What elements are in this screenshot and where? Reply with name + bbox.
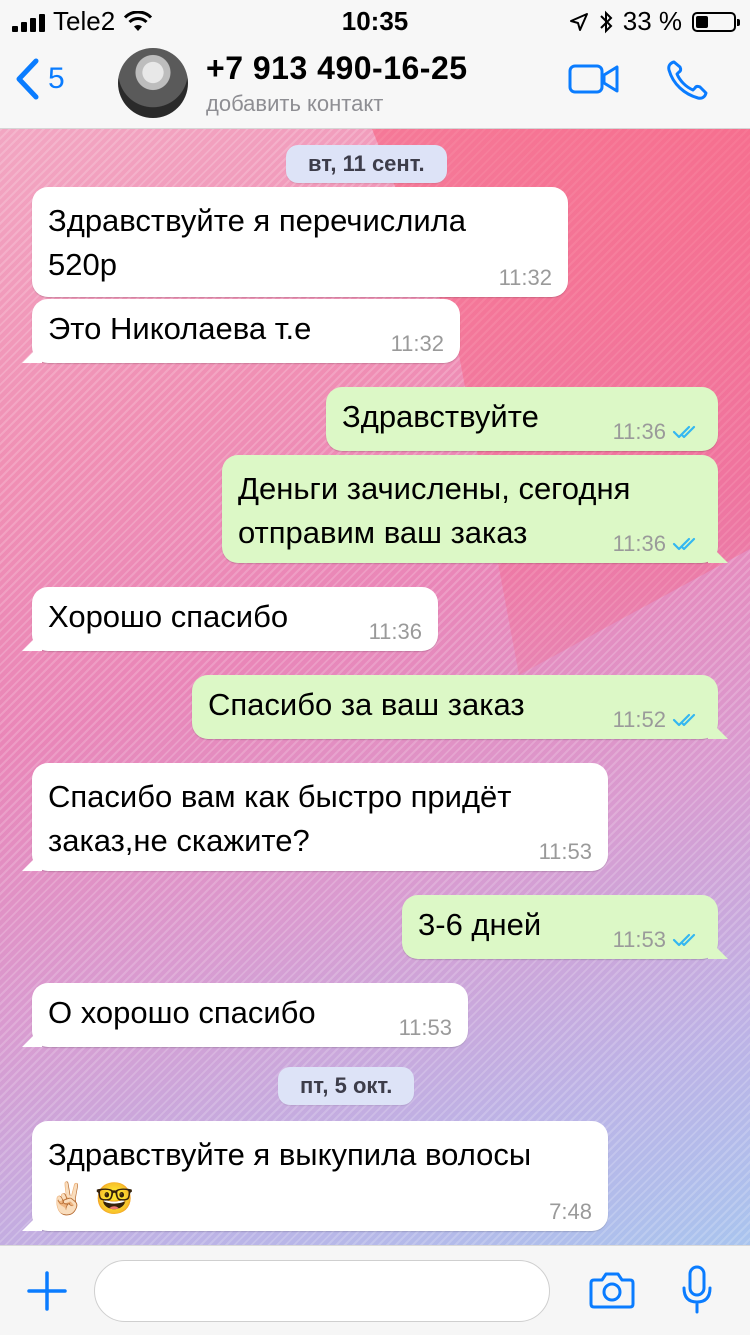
- bluetooth-icon: [600, 10, 613, 33]
- plus-icon[interactable]: [26, 1270, 68, 1312]
- message-outgoing[interactable]: Спасибо за ваш заказ 11:52: [192, 675, 718, 739]
- message-time: 7:48: [549, 1199, 592, 1224]
- double-check-icon: [672, 933, 696, 947]
- message-outgoing[interactable]: Деньги зачислены, сегодня отправим ваш з…: [222, 455, 718, 563]
- message-incoming[interactable]: Здравствуйте я перечислила 520р 11:32: [32, 187, 568, 297]
- unread-count: 5: [48, 62, 65, 95]
- date-divider: вт, 11 сент.: [286, 145, 447, 183]
- message-text: Это Николаева т.е: [48, 311, 312, 346]
- message-time: 11:32: [390, 331, 444, 356]
- status-bar: Tele2 10:35 33 %: [0, 0, 750, 40]
- message-text: 520р: [48, 247, 117, 282]
- battery-fill: [696, 15, 708, 28]
- message-outgoing[interactable]: Здравствуйте 11:36: [326, 387, 718, 451]
- phone-icon[interactable]: [664, 58, 712, 102]
- avatar[interactable]: [118, 48, 188, 118]
- message-time: 11:52: [613, 707, 702, 733]
- double-check-icon: [672, 425, 696, 439]
- back-button[interactable]: 5: [14, 58, 65, 100]
- battery-icon: [692, 11, 740, 32]
- chat-area[interactable]: вт, 11 сент. Здравствуйте я перечислила …: [0, 129, 750, 1245]
- back-chevron-icon: [16, 58, 39, 100]
- message-input[interactable]: [94, 1260, 550, 1322]
- message-incoming[interactable]: Хорошо спасибо 11:36: [32, 587, 438, 651]
- message-time: 11:36: [613, 419, 702, 445]
- message-time: 11:36: [613, 531, 702, 557]
- contact-info[interactable]: +7 913 490-16-25 добавить контакт: [206, 50, 468, 117]
- message-incoming[interactable]: Спасибо вам как быстро придёт заказ,не с…: [32, 763, 608, 871]
- camera-icon[interactable]: [588, 1270, 636, 1310]
- message-outgoing[interactable]: 3-6 дней 11:53: [402, 895, 718, 959]
- message-text: Здравствуйте я выкупила волосы: [48, 1137, 532, 1172]
- double-check-icon: [672, 537, 696, 551]
- location-arrow-icon: [569, 12, 588, 31]
- message-text: Спасибо вам как быстро придёт: [48, 779, 512, 814]
- microphone-icon[interactable]: [680, 1264, 714, 1316]
- message-time: 11:53: [538, 839, 592, 864]
- status-right: 33 %: [569, 6, 740, 37]
- message-text: ✌🏻 🤓: [48, 1181, 134, 1216]
- message-text: Здравствуйте я перечислила: [48, 203, 467, 238]
- video-call-icon[interactable]: [568, 62, 620, 96]
- message-text: О хорошо спасибо: [48, 995, 316, 1030]
- message-time: 11:32: [498, 265, 552, 290]
- add-contact-label: добавить контакт: [206, 91, 384, 116]
- double-check-icon: [672, 713, 696, 727]
- message-incoming[interactable]: Это Николаева т.е 11:32: [32, 299, 460, 363]
- message-time: 11:53: [398, 1015, 452, 1040]
- message-time: 11:53: [613, 927, 702, 953]
- message-text: Хорошо спасибо: [48, 599, 289, 634]
- input-bar: [0, 1245, 750, 1335]
- chat-header: 5 +7 913 490-16-25 добавить контакт: [0, 40, 750, 129]
- message-text: Деньги зачислены, сегодня: [238, 471, 631, 506]
- message-time: 11:36: [368, 619, 422, 644]
- message-incoming[interactable]: О хорошо спасибо 11:53: [32, 983, 468, 1047]
- date-divider: пт, 5 окт.: [278, 1067, 415, 1105]
- message-incoming[interactable]: Здравствуйте я выкупила волосы ✌🏻 🤓 7:48: [32, 1121, 608, 1231]
- battery-percent: 33 %: [622, 6, 682, 36]
- contact-name: +7 913 490-16-25: [206, 50, 468, 86]
- message-text: заказ,не скажите?: [48, 823, 310, 858]
